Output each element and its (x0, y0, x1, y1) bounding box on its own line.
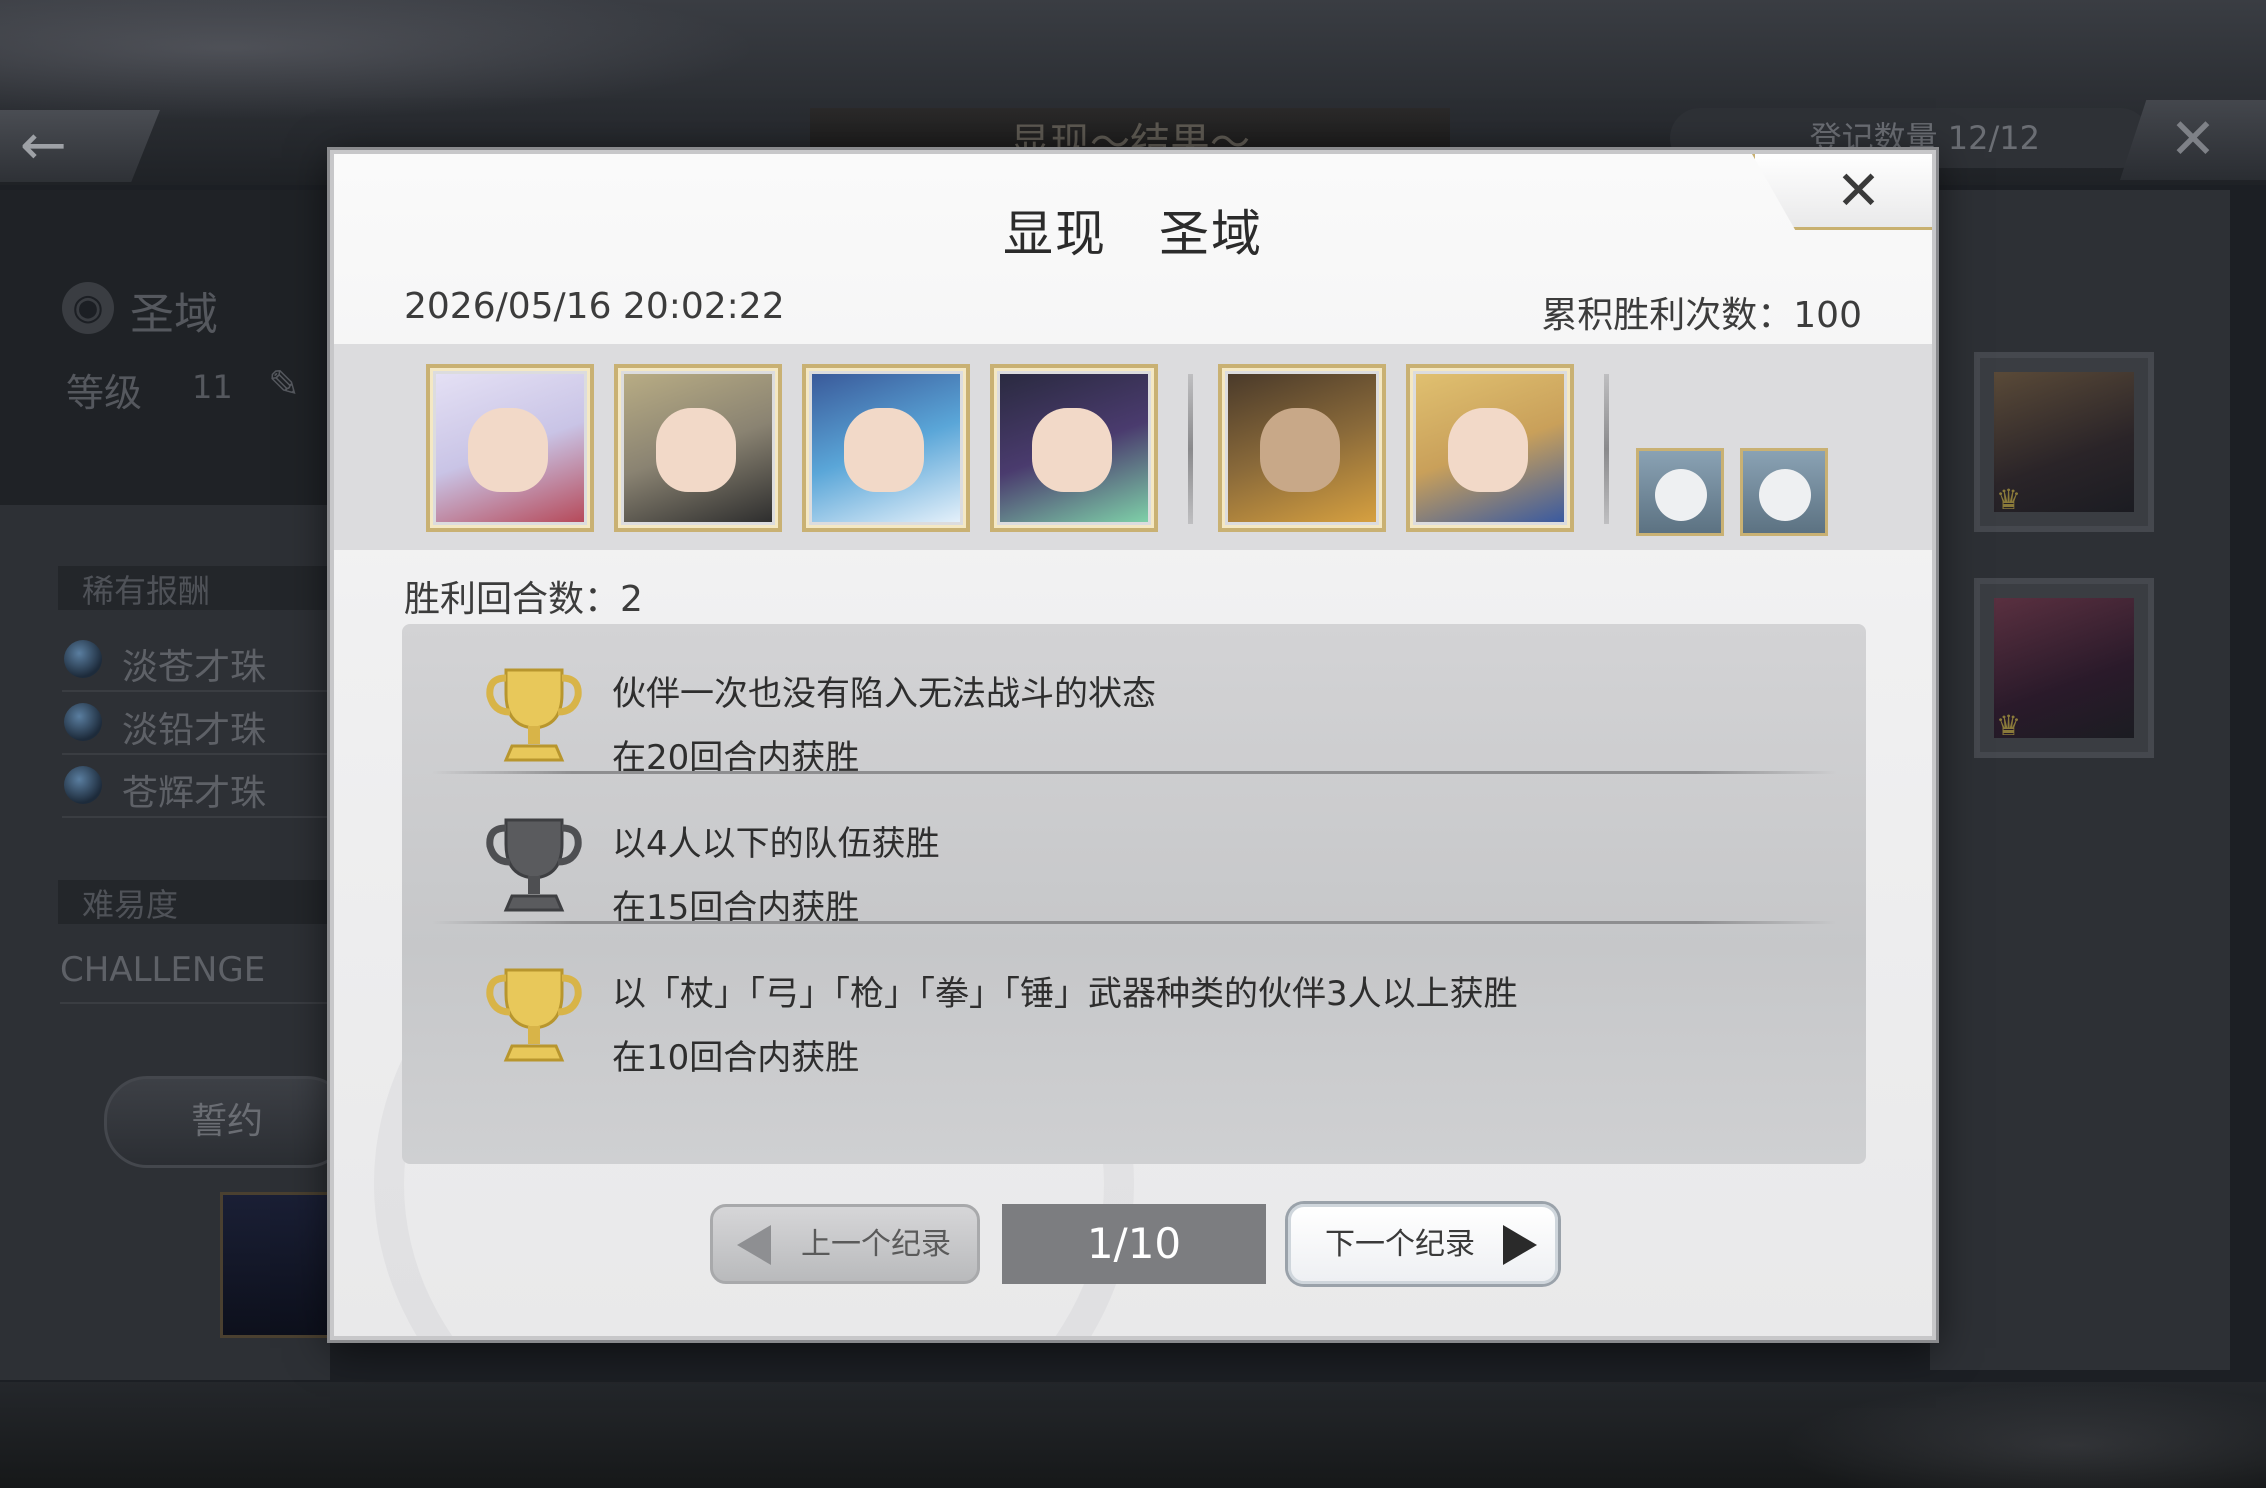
party-separator (1188, 374, 1193, 524)
party-lineup (334, 344, 1932, 550)
background-start-button[interactable] (220, 1192, 346, 1338)
character-face (656, 408, 736, 492)
mission-turn-limit: 在10回合内获胜 (612, 1038, 860, 1078)
mission-condition: 伙伴一次也没有陷入无法战斗的状态 (612, 674, 1156, 714)
pet-portrait (1655, 469, 1707, 521)
character-face (1260, 408, 1340, 492)
right-arrow-icon (1503, 1225, 1537, 1265)
mission-row: 以「杖」「弓」「枪」「拳」「锤」武器种类的伙伴3人以上获胜 在10回合内获胜 (402, 924, 1866, 1078)
previous-record-label: 上一个纪录 (801, 1227, 951, 1262)
left-arrow-icon (737, 1225, 771, 1265)
background-ornament (1780, 1382, 2266, 1488)
victory-turns: 胜利回合数：2 (404, 579, 643, 620)
reward-item: 苍辉才珠 (62, 756, 332, 818)
pet-slot[interactable] (1740, 448, 1828, 536)
character-face (1448, 408, 1528, 492)
crown-icon: ♛ (1996, 483, 2022, 516)
character-face (468, 408, 548, 492)
next-record-label: 下一个纪录 (1325, 1227, 1475, 1262)
party-member[interactable] (990, 364, 1158, 532)
mission-row: 以4人以下的队伍获胜 在15回合内获胜 (402, 774, 1866, 928)
gold-trophy-icon (486, 668, 582, 762)
party-member[interactable] (1406, 364, 1574, 532)
pet-slot[interactable] (1636, 448, 1724, 536)
difficulty-header: 难易度 (58, 880, 338, 924)
stage-emblem-icon: ◉ (62, 282, 114, 334)
gold-trophy-icon (486, 968, 582, 1062)
mission-condition: 以4人以下的队伍获胜 (612, 824, 940, 864)
dialog-title: 显现 圣域 (1003, 205, 1263, 263)
stage-name: 圣域 (130, 289, 218, 340)
mission-condition: 以「杖」「弓」「枪」「拳」「锤」武器种类的伙伴3人以上获胜 (612, 974, 1518, 1014)
orb-icon (64, 640, 102, 678)
character-face (1032, 408, 1112, 492)
party-member[interactable] (614, 364, 782, 532)
portrait-slot[interactable]: ♛ (1974, 578, 2154, 758)
reward-label: 淡铅才珠 (122, 710, 267, 751)
portrait-slot[interactable]: ♛ (1974, 352, 2154, 532)
orb-icon (64, 766, 102, 804)
mission-list: 伙伴一次也没有陷入无法战斗的状态 在20回合内获胜 以4人以下的队伍获胜 在15… (402, 624, 1866, 1164)
background-stage-info (0, 190, 330, 505)
record-dialog: 显现 圣域 ✕ 2026/05/16 20:02:22 累积胜利次数：100 胜… (330, 150, 1936, 1340)
crown-icon: ♛ (1996, 709, 2022, 742)
reward-item: 淡苍才珠 (62, 630, 332, 692)
party-member[interactable] (1218, 364, 1386, 532)
background-ornament (0, 0, 760, 120)
total-wins: 累积胜利次数：100 (1541, 295, 1862, 336)
close-icon[interactable]: ✕ (1836, 159, 1881, 222)
next-record-button[interactable]: 下一个纪录 (1288, 1204, 1558, 1284)
level-label: 等级 (66, 371, 143, 415)
rare-reward-header: 稀有报酬 (58, 566, 338, 610)
pet-portrait (1759, 469, 1811, 521)
party-separator (1604, 374, 1609, 524)
orb-icon (64, 703, 102, 741)
record-datetime: 2026/05/16 20:02:22 (404, 286, 785, 327)
difficulty-value: CHALLENGE (60, 950, 330, 1004)
page-indicator: 1/10 (1002, 1204, 1266, 1284)
mission-row: 伙伴一次也没有陷入无法战斗的状态 在20回合内获胜 (402, 624, 1866, 778)
party-member[interactable] (426, 364, 594, 532)
previous-record-button[interactable]: 上一个纪录 (710, 1204, 980, 1284)
edit-icon[interactable]: ✎ (268, 362, 300, 406)
character-face (844, 408, 924, 492)
party-member[interactable] (802, 364, 970, 532)
reward-label: 淡苍才珠 (122, 647, 267, 688)
reward-label: 苍辉才珠 (122, 773, 267, 814)
dark-trophy-icon (486, 818, 582, 912)
oath-button[interactable]: 誓约 (104, 1076, 350, 1168)
reward-item: 淡铅才珠 (62, 693, 332, 755)
level-value: 11 (192, 368, 233, 406)
